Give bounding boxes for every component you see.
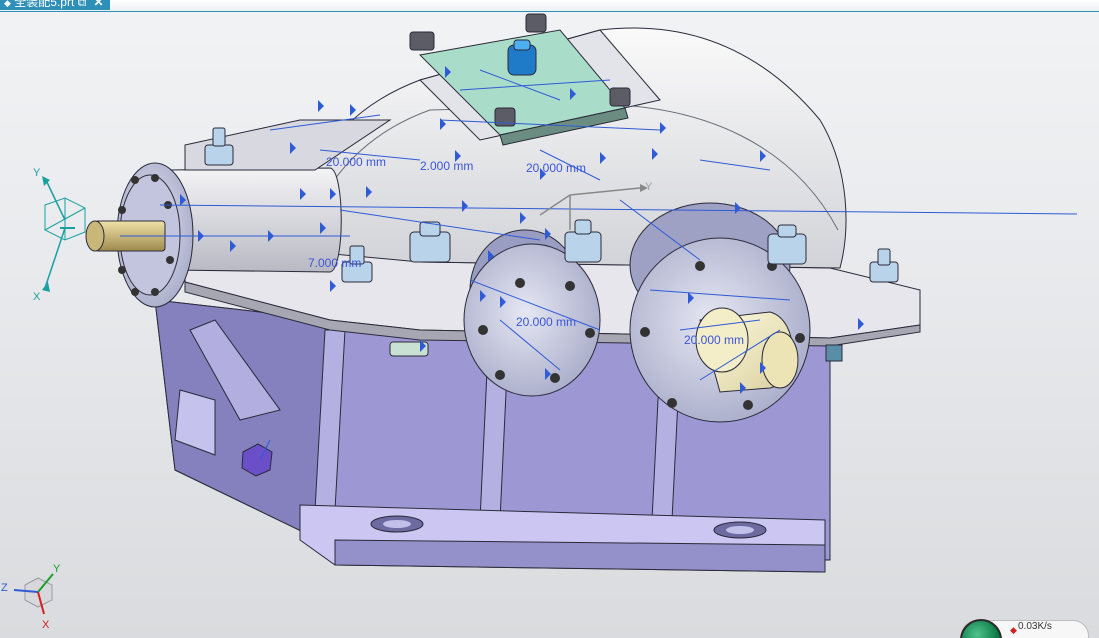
document-tab[interactable]: ◆ 全装配5.prt ⧉ ✕	[0, 0, 110, 10]
dimension-d3: 20.000 mm	[526, 161, 586, 175]
upload-arrow-icon: ◆	[1010, 625, 1017, 635]
popout-icon[interactable]: ⧉	[78, 0, 87, 9]
dimension-d4: 7.000 mm	[308, 256, 361, 270]
document-tab-bar: ◆ 全装配5.prt ⧉ ✕	[0, 0, 1099, 12]
work-csys-x-label: X	[33, 291, 41, 303]
view-triad-z-label: Z	[1, 582, 8, 594]
graphics-viewport[interactable]: 20.000 mm 2.000 mm 20.000 mm 7.000 mm 20…	[0, 12, 1099, 638]
dimension-d1: 20.000 mm	[326, 155, 386, 169]
work-csys-y-label: Y	[33, 167, 41, 179]
dimension-d6: 20.000 mm	[684, 333, 744, 347]
network-speed-widget[interactable]: ◆ 0.03K/s	[960, 619, 1089, 638]
close-icon[interactable]: ✕	[94, 0, 104, 9]
csys-y-label: Y	[645, 181, 653, 193]
dimension-d5: 20.000 mm	[516, 315, 576, 329]
dimension-d2: 2.000 mm	[420, 159, 473, 173]
work-csys-triad[interactable]: Y X	[33, 167, 86, 303]
view-triad[interactable]: Y Z X	[1, 563, 61, 631]
part-file-icon: ◆	[4, 0, 11, 8]
view-triad-x-label: X	[42, 619, 50, 631]
network-speed-text: 0.03K/s	[1018, 621, 1052, 632]
view-triad-y-label: Y	[53, 563, 61, 575]
document-tab-title: 全装配5.prt	[14, 0, 75, 9]
